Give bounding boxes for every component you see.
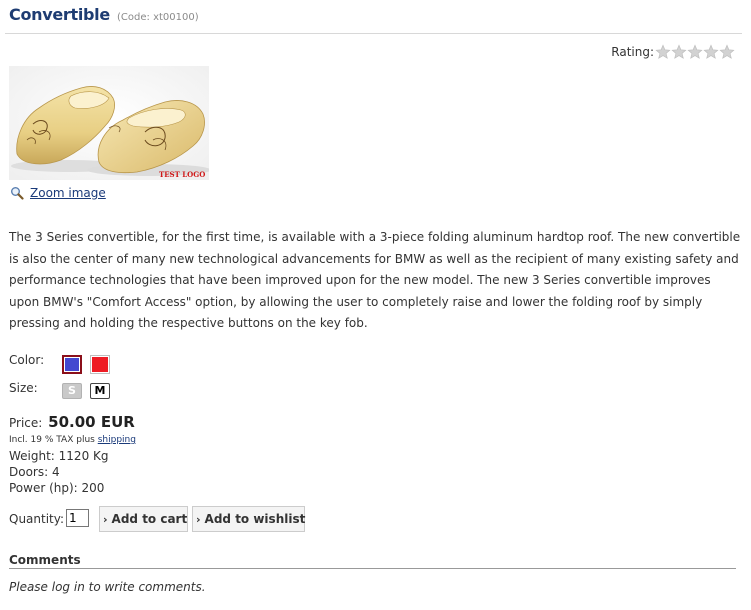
- product-title-row: Convertible (Code: xt00100): [9, 5, 199, 24]
- rating-label: Rating:: [611, 45, 654, 59]
- title-divider: [5, 33, 742, 34]
- chevron-right-icon: ›: [103, 512, 108, 526]
- price-value: 50.00 EUR: [48, 413, 135, 431]
- add-to-cart-button[interactable]: › Add to cart: [99, 506, 188, 532]
- shipping-link[interactable]: shipping: [98, 435, 136, 445]
- zoom-row: Zoom image: [10, 186, 106, 200]
- chevron-right-icon: ›: [196, 512, 201, 526]
- add-to-wishlist-button[interactable]: › Add to wishlist: [192, 506, 305, 532]
- magnifier-icon: [11, 187, 24, 200]
- tax-text: Incl. 19 % TAX plus: [9, 435, 95, 445]
- size-option-s[interactable]: S: [62, 383, 82, 399]
- rating: Rating:: [611, 44, 735, 60]
- star-icon: [719, 44, 735, 59]
- comments-divider: [9, 568, 736, 569]
- color-label: Color:: [9, 353, 45, 367]
- wooden-clogs-image: TEST LOGO: [9, 66, 209, 180]
- spec-power: Power (hp): 200: [9, 481, 105, 495]
- comments-heading: Comments: [9, 553, 81, 567]
- zoom-image-link[interactable]: Zoom image: [30, 186, 106, 200]
- comments-login-note: Please log in to write comments.: [9, 580, 206, 594]
- star-icon: [703, 44, 719, 59]
- quantity-input[interactable]: [66, 509, 89, 527]
- product-image[interactable]: TEST LOGO: [9, 66, 209, 180]
- spec-doors: Doors: 4: [9, 465, 60, 479]
- spec-weight: Weight: 1120 Kg: [9, 449, 109, 463]
- svg-text:TEST LOGO: TEST LOGO: [159, 170, 205, 179]
- add-to-wishlist-label: Add to wishlist: [204, 512, 306, 526]
- product-description: The 3 Series convertible, for the first …: [9, 230, 741, 330]
- tax-line: Incl. 19 % TAX plus shipping: [9, 435, 136, 445]
- add-to-cart-label: Add to cart: [111, 512, 188, 526]
- product-code: (Code: xt00100): [117, 12, 199, 23]
- size-label: Size:: [9, 381, 38, 395]
- star-icon: [655, 44, 671, 59]
- star-icon: [671, 44, 687, 59]
- product-title: Convertible: [9, 5, 110, 24]
- color-swatch-red[interactable]: [90, 355, 110, 374]
- price-line: Price: 50.00 EUR: [9, 413, 135, 431]
- color-swatch-blue[interactable]: [62, 355, 82, 374]
- quantity-label: Quantity:: [9, 512, 65, 526]
- rating-stars: [655, 44, 735, 60]
- size-option-m[interactable]: M: [90, 383, 110, 399]
- price-label: Price:: [9, 416, 43, 430]
- star-icon: [687, 44, 703, 59]
